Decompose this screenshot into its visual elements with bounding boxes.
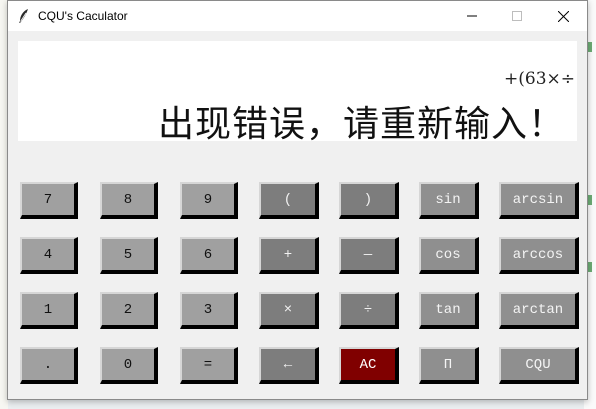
key-decimal[interactable]: .: [20, 347, 78, 384]
key-sin[interactable]: sin: [419, 182, 479, 219]
key-cos[interactable]: cos: [419, 237, 479, 274]
key-4[interactable]: 4: [20, 237, 78, 274]
calculator-display: +(63×÷ 出现错误，请重新输入！: [18, 41, 577, 145]
maximize-icon: [511, 11, 522, 21]
key-pi[interactable]: Π: [419, 347, 479, 384]
key-3[interactable]: 3: [180, 292, 238, 329]
key-6[interactable]: 6: [180, 237, 238, 274]
expression-text: +(63×÷: [504, 69, 575, 89]
key-backspace[interactable]: ←: [259, 347, 319, 384]
key-cqu[interactable]: CQU: [499, 347, 579, 384]
close-icon: [558, 10, 569, 22]
key-arccos[interactable]: arccos: [499, 237, 579, 274]
window-title: CQU's Caculator: [38, 9, 128, 23]
key-open-paren[interactable]: (: [259, 182, 319, 219]
close-button[interactable]: [541, 1, 586, 31]
calculator-window: CQU's Caculator +(63×÷ 出现错误，请重新输入！ 7 8 9…: [7, 0, 588, 400]
key-divide[interactable]: ÷: [339, 292, 399, 329]
key-plus[interactable]: +: [259, 237, 319, 274]
key-2[interactable]: 2: [100, 292, 158, 329]
feather-icon: [19, 9, 28, 23]
result-text: 出现错误，请重新输入！: [157, 104, 565, 145]
key-arcsin[interactable]: arcsin: [499, 182, 579, 219]
key-0[interactable]: 0: [100, 347, 158, 384]
key-all-clear[interactable]: AC: [339, 347, 399, 384]
key-arctan[interactable]: arctan: [499, 292, 579, 329]
key-8[interactable]: 8: [100, 182, 158, 219]
key-close-paren[interactable]: ): [339, 182, 399, 219]
key-multiply[interactable]: ×: [259, 292, 319, 329]
key-9[interactable]: 9: [180, 182, 238, 219]
key-tan[interactable]: tan: [419, 292, 479, 329]
key-1[interactable]: 1: [20, 292, 78, 329]
key-7[interactable]: 7: [20, 182, 78, 219]
title-bar[interactable]: CQU's Caculator: [8, 1, 587, 31]
minimize-icon: [466, 15, 477, 17]
key-equals[interactable]: =: [180, 347, 238, 384]
key-5[interactable]: 5: [100, 237, 158, 274]
key-minus[interactable]: —: [339, 237, 399, 274]
minimize-button[interactable]: [449, 1, 494, 31]
maximize-button[interactable]: [494, 1, 539, 31]
